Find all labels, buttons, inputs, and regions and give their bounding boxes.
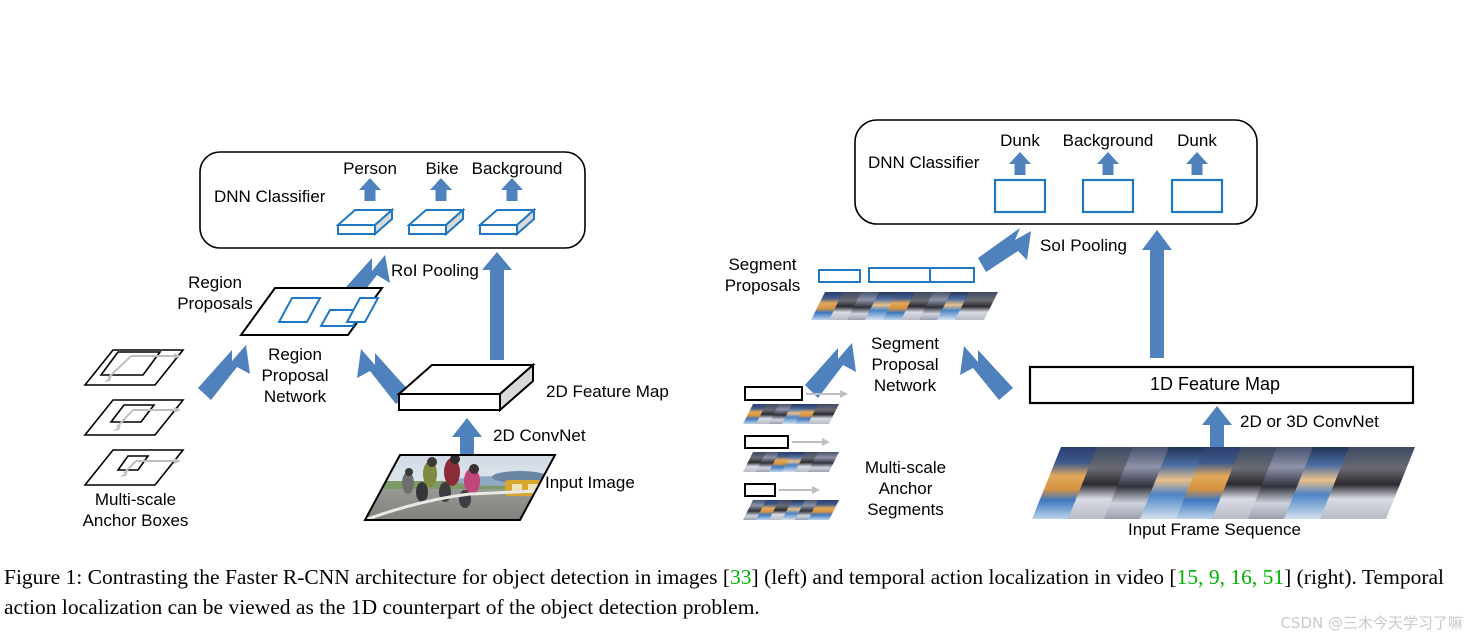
figure-caption: Figure 1: Contrasting the Faster R-CNN a…: [4, 562, 1466, 622]
caption-prefix: Figure 1:: [4, 565, 83, 589]
right-class-arrows: [1009, 152, 1208, 175]
right-class-label-dunk-2: Dunk: [1177, 131, 1217, 150]
left-feature-slabs: [335, 207, 537, 237]
right-segment-boxes: [993, 178, 1224, 214]
roi-pooling-vertical-arrow: [482, 252, 512, 360]
roi-pooling-diagonal-arrow: [330, 255, 390, 318]
figure-container: DNN Classifier Person Bike Background Ro…: [0, 0, 1469, 644]
right-class-label-dunk-1: Dunk: [1000, 131, 1040, 150]
input-frame-sequence-label: Input Frame Sequence: [1128, 520, 1301, 539]
featuremap-to-spn-arrow: [960, 346, 1013, 400]
anchors-to-spn-arrow: [805, 343, 856, 398]
left-class-label-background: Background: [471, 159, 563, 178]
convnet-label-right: 2D or 3D ConvNet: [1240, 412, 1379, 431]
rpn-label: Region Proposal Network: [261, 345, 329, 406]
left-class-arrows: [359, 178, 523, 201]
csdn-watermark: CSDN @三木今天学习了嘛: [1280, 614, 1463, 632]
left-class-label-person: Person: [343, 159, 397, 178]
anchor-segments-label: Multi-scale Anchor Segments: [864, 458, 947, 519]
2d-convnet-label: 2D ConvNet: [493, 426, 586, 445]
anchor-boxes-label: Multi-scale Anchor Boxes: [82, 490, 189, 530]
2d-feature-map-slab: [396, 362, 536, 413]
caption-part-1: Contrasting the Faster R-CNN architectur…: [82, 565, 731, 589]
right-classifier-label: DNN Classifier: [868, 153, 980, 172]
caption-part-2: ] (left) and temporal action localizatio…: [751, 565, 1177, 589]
multiscale-anchor-boxes: [83, 349, 185, 486]
input-frame-sequence-strip: [1032, 447, 1415, 519]
caption-citation-2[interactable]: 15, 9, 16, 51: [1177, 565, 1285, 589]
region-proposals-label: Region Proposals: [177, 273, 253, 313]
diagram-graphics: [83, 119, 1415, 521]
roi-pooling-label: RoI Pooling: [391, 261, 479, 280]
soi-pooling-label: SoI Pooling: [1040, 236, 1127, 255]
input-image-label: Input Image: [545, 473, 635, 492]
convnet-arrow-right: [1202, 406, 1232, 448]
segment-proposals-frame-strip: [811, 292, 998, 320]
soi-pooling-vertical-arrow: [1142, 230, 1172, 358]
featuremap-to-rpn-arrow: [357, 349, 410, 404]
2d-feature-map-label: 2D Feature Map: [546, 382, 669, 401]
right-class-label-background: Background: [1062, 131, 1154, 150]
soi-pooling-diagonal-arrow: [978, 228, 1031, 272]
left-classifier-label: DNN Classifier: [214, 187, 326, 206]
2d-convnet-arrow: [452, 418, 482, 462]
1d-feature-map-label: 1D Feature Map: [1150, 374, 1281, 394]
segment-proposal-bars: [818, 267, 975, 283]
segment-proposals-label: Segment Proposals: [724, 255, 801, 295]
caption-citation-1[interactable]: 33: [730, 565, 752, 589]
multiscale-anchor-segments: [743, 386, 848, 520]
spn-label: Segment Proposal Network: [870, 334, 940, 395]
input-image-thumbnail: [363, 454, 557, 521]
